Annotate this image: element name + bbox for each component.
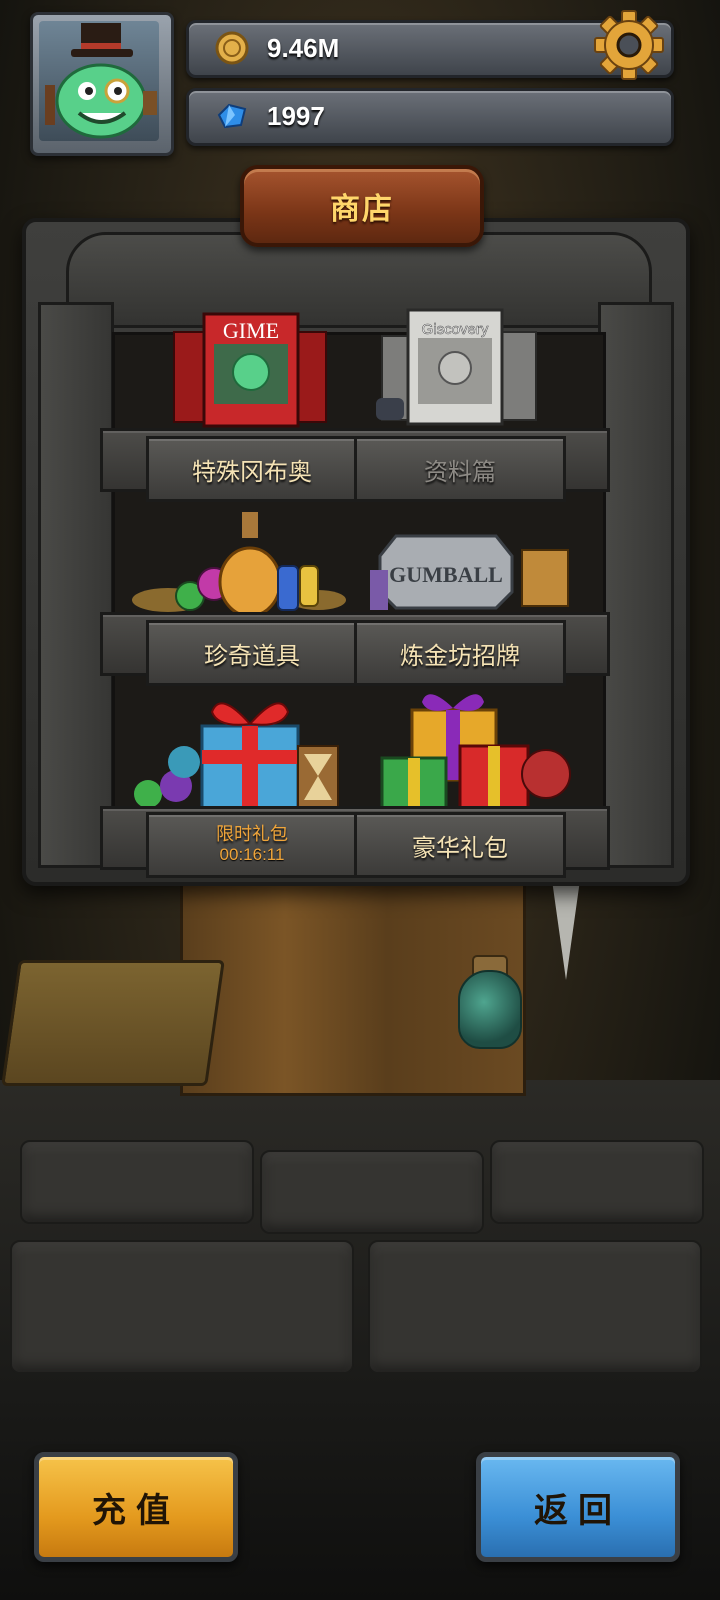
shop-title-sign: 商店 xyxy=(240,165,484,247)
shop-item-limited-pack[interactable]: 限时礼包 00:16:11 xyxy=(146,812,358,878)
potions-and-coins-icon xyxy=(132,512,346,618)
shop-item-expansion[interactable]: 资料篇 xyxy=(354,436,566,502)
plaque-gumball-text: GUMBALL xyxy=(389,562,503,587)
shop-item-special-gumball[interactable]: 特殊冈布奥 xyxy=(146,436,358,502)
cabinet-pillar-right xyxy=(598,302,674,868)
gold-amount: 9.46M xyxy=(267,33,340,63)
blade-decoration xyxy=(552,880,580,980)
recharge-label: 充值 xyxy=(92,1490,180,1531)
avatar xyxy=(39,21,159,141)
old-book xyxy=(1,960,225,1086)
discovery-magazine-icon: Giscovery xyxy=(376,308,537,426)
back-label: 返回 xyxy=(534,1490,622,1531)
gumball-plaque-icon: GUMBALL xyxy=(370,534,569,610)
gold-coin-icon xyxy=(215,31,249,65)
cabinet-pillar-left xyxy=(38,302,114,868)
magazine-stack-icon: GIME xyxy=(173,312,327,428)
item-label: 特殊冈布奥 xyxy=(192,457,312,486)
floor-stone xyxy=(490,1140,704,1224)
potion-jar xyxy=(458,970,522,1049)
shop-item-deluxe-pack[interactable]: 豪华礼包 xyxy=(354,812,566,878)
magazine-discovery-title: Giscovery xyxy=(422,321,489,338)
magazine-gime-title: GIME xyxy=(223,318,279,343)
blue-gem-icon xyxy=(217,103,247,129)
item-label: 资料篇 xyxy=(424,457,496,486)
item-label: 豪华礼包 xyxy=(412,833,508,862)
gift-box-and-hourglass-icon xyxy=(134,702,339,812)
back-button[interactable]: 返回 xyxy=(476,1452,680,1562)
recharge-button[interactable]: 充值 xyxy=(34,1452,238,1562)
item-label: 炼金坊招牌 xyxy=(400,641,520,670)
item-label: 限时礼包 xyxy=(216,824,288,845)
countdown-timer: 00:16:11 xyxy=(219,845,285,864)
shop-item-rare-props[interactable]: 珍奇道具 xyxy=(146,620,358,686)
deluxe-gift-boxes-icon xyxy=(380,694,571,812)
floor-stone xyxy=(20,1140,254,1224)
floor-stone xyxy=(10,1240,354,1374)
player-avatar-button[interactable] xyxy=(30,12,174,156)
settings-gear-icon[interactable] xyxy=(592,8,666,82)
shop-item-alchemy-sign[interactable]: 炼金坊招牌 xyxy=(354,620,566,686)
gem-currency-bar: 1997 xyxy=(186,88,674,146)
floor-stone xyxy=(368,1240,702,1374)
shop-title: 商店 xyxy=(330,192,394,227)
gem-amount: 1997 xyxy=(267,101,325,131)
gumball-avatar-icon xyxy=(45,23,157,139)
item-label: 珍奇道具 xyxy=(204,641,300,670)
floor-stone xyxy=(260,1150,484,1234)
